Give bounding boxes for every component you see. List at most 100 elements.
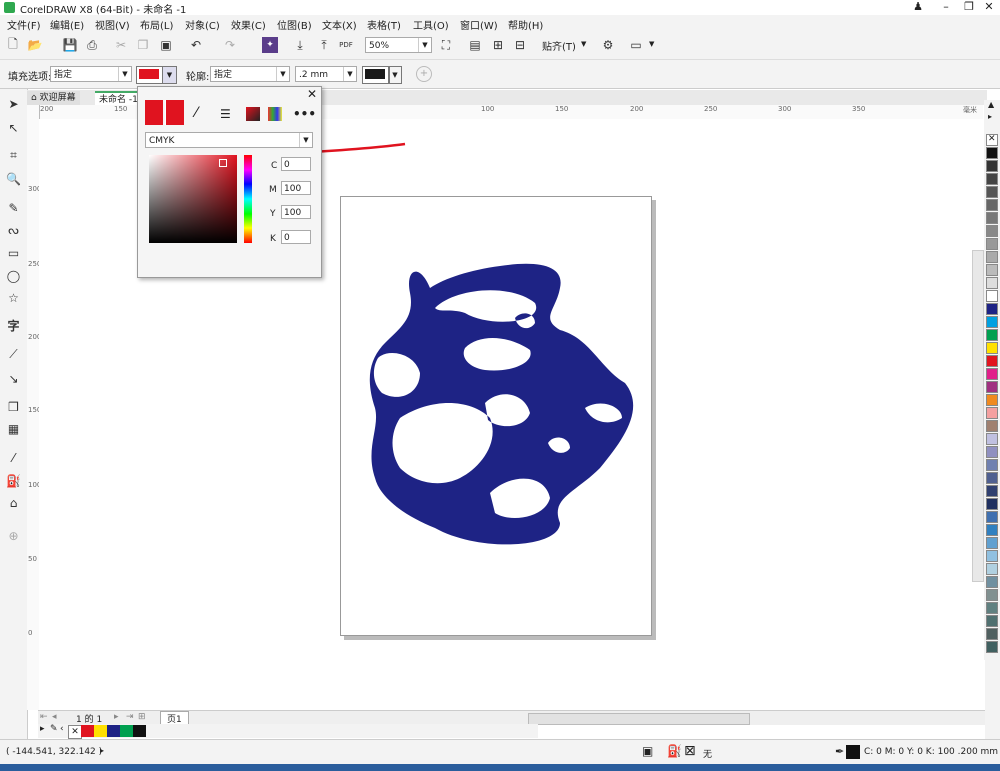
color-sliders-icon[interactable]: ☰ [220,107,231,121]
menu-help[interactable]: 帮助(H) [508,17,543,32]
add-tool-icon[interactable]: ⊕ [5,527,22,544]
eyedropper-tool-icon[interactable]: ⁄ [5,449,22,466]
snap-to-menu[interactable]: 贴齐(T) [542,38,576,53]
zoom-fit-icon[interactable]: ⛶ [438,37,454,53]
magenta-field[interactable]: 100 [281,181,311,195]
menu-table[interactable]: 表格(T) [367,17,401,32]
zoom-select[interactable]: 50% ▼ [365,37,432,53]
pick-tool-icon[interactable]: ➤ [5,95,22,112]
color-swatch[interactable] [986,199,998,211]
outline-color-dropdown[interactable]: ▼ [388,66,402,84]
color-swatch[interactable] [986,602,998,614]
blue-abstract-shape[interactable] [360,258,640,553]
menu-bitmaps[interactable]: 位图(B) [277,17,312,32]
color-swatch[interactable] [986,264,998,276]
fill-color-button[interactable] [136,66,164,84]
tab-welcome[interactable]: ⌂ 欢迎屏幕 [27,91,80,105]
grid-icon[interactable]: ⊟ [512,37,528,53]
color-swatch[interactable] [986,485,998,497]
color-swatch[interactable] [986,641,998,653]
color-swatch[interactable] [986,342,998,354]
interactive-fill-icon[interactable]: ⛽ [5,472,22,489]
menu-object[interactable]: 对象(C) [185,17,220,32]
outline-width-select[interactable]: .2 mm ▼ [295,66,357,82]
color-swatch[interactable] [986,498,998,510]
account-icon[interactable]: ♟ [904,0,932,15]
fill-options-select[interactable]: 指定 ▼ [50,66,132,82]
zoom-tool-icon[interactable]: 🔍 [5,170,22,187]
search-content-icon[interactable]: ✦ [262,37,278,53]
color-swatch[interactable] [986,420,998,432]
undo-icon[interactable]: ↶ [188,37,204,53]
palette-edit-icon[interactable]: ✎ [50,724,58,734]
ellipse-tool-icon[interactable]: ◯ [5,267,22,284]
next-page-icon[interactable]: ▸ [114,712,119,722]
menu-layout[interactable]: 布局(L) [140,17,173,32]
menu-text[interactable]: 文本(X) [322,17,357,32]
color-swatch[interactable] [986,277,998,289]
color-swatch[interactable] [986,407,998,419]
doc-color-swatch[interactable] [81,725,94,737]
horizontal-scrollbar[interactable] [528,713,750,725]
color-swatch[interactable] [986,238,998,250]
menu-tools[interactable]: 工具(O) [413,17,449,32]
color-model-select[interactable]: CMYK ▼ [145,132,313,148]
palette-play-icon[interactable]: ▸ [40,724,45,734]
color-swatch[interactable] [986,615,998,627]
connector-tool-icon[interactable]: ↘ [5,370,22,387]
color-swatch[interactable] [986,524,998,536]
color-swatch[interactable] [986,472,998,484]
vertical-scrollbar[interactable] [972,250,984,582]
color-swatch[interactable] [986,550,998,562]
add-preset-icon[interactable]: + [416,66,432,82]
color-swatch[interactable] [986,589,998,601]
freehand-tool-icon[interactable]: ✎ [5,199,22,216]
doc-color-swatch[interactable] [107,725,120,737]
doc-color-swatch[interactable] [94,725,107,737]
parallel-dimension-icon[interactable]: ⟋ [5,346,22,363]
smart-fill-icon[interactable]: ⌂ [5,494,22,511]
text-tool-icon[interactable]: 字 [5,317,22,334]
snap-dropdown-icon[interactable]: ▼ [581,40,586,48]
color-swatch[interactable] [986,511,998,523]
fill-color-dropdown[interactable]: ▼ [162,66,177,84]
close-button[interactable]: ✕ [975,0,1000,15]
no-color-swatch[interactable]: ✕ [986,134,998,146]
palette-scroll-up-icon[interactable]: ▲ [988,100,994,109]
add-page-icon[interactable]: ⊞ [138,712,146,722]
print-icon[interactable]: ⎙ [84,37,100,53]
color-gradient-area[interactable] [149,155,237,243]
menu-effects[interactable]: 效果(C) [231,17,266,32]
color-swatch[interactable] [986,147,998,159]
import-icon[interactable]: ⤓ [292,37,308,53]
menu-file[interactable]: 文件(F) [7,17,41,32]
yellow-field[interactable]: 100 [281,205,311,219]
more-options-icon[interactable]: ••• [293,107,316,121]
hue-slider[interactable] [244,155,252,243]
color-selector-handle[interactable] [219,159,227,167]
color-swatch[interactable] [986,303,998,315]
palette-prev-icon[interactable]: ‹ [60,724,64,734]
color-viewers-icon[interactable] [246,107,260,121]
paste-icon[interactable]: ▣ [158,37,174,53]
eyedropper-icon[interactable]: ⁄ [195,105,197,121]
export-icon[interactable]: ⤒ [316,37,332,53]
color-swatch[interactable] [986,212,998,224]
color-swatch[interactable] [986,355,998,367]
doc-color-swatch[interactable] [133,725,146,737]
color-swatch[interactable] [986,225,998,237]
color-swatch[interactable] [986,433,998,445]
last-page-icon[interactable]: ⇥ [126,712,134,722]
full-screen-icon[interactable]: ▤ [467,37,483,53]
fill-indicator-icon[interactable]: ⛽ [667,744,682,758]
color-swatch[interactable] [986,459,998,471]
color-palettes-icon[interactable] [268,107,282,121]
outline-pen-icon[interactable]: ✒ [835,745,844,758]
cyan-field[interactable]: 0 [281,157,311,171]
new-document-icon[interactable]: 🗋 [5,37,21,53]
color-swatch[interactable] [986,628,998,640]
redo-icon[interactable]: ↷ [222,37,238,53]
color-swatch[interactable] [986,251,998,263]
menu-view[interactable]: 视图(V) [95,17,130,32]
color-swatch[interactable] [986,316,998,328]
